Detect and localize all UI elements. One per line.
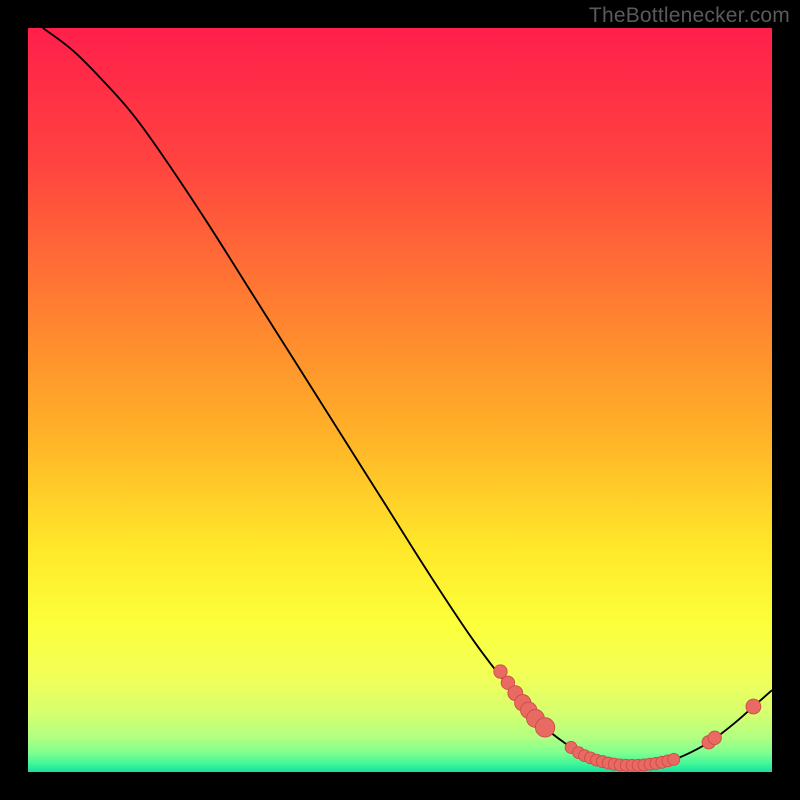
chart-frame: TheBottlenecker.com bbox=[0, 0, 800, 800]
data-dot bbox=[708, 731, 721, 744]
data-dot bbox=[746, 699, 761, 714]
curve-path bbox=[43, 28, 772, 766]
data-dot bbox=[535, 718, 554, 737]
curve-layer bbox=[28, 28, 772, 772]
data-dot bbox=[668, 753, 680, 765]
plot-area bbox=[28, 28, 772, 772]
watermark-text: TheBottlenecker.com bbox=[589, 4, 790, 28]
dots-group bbox=[494, 665, 761, 771]
